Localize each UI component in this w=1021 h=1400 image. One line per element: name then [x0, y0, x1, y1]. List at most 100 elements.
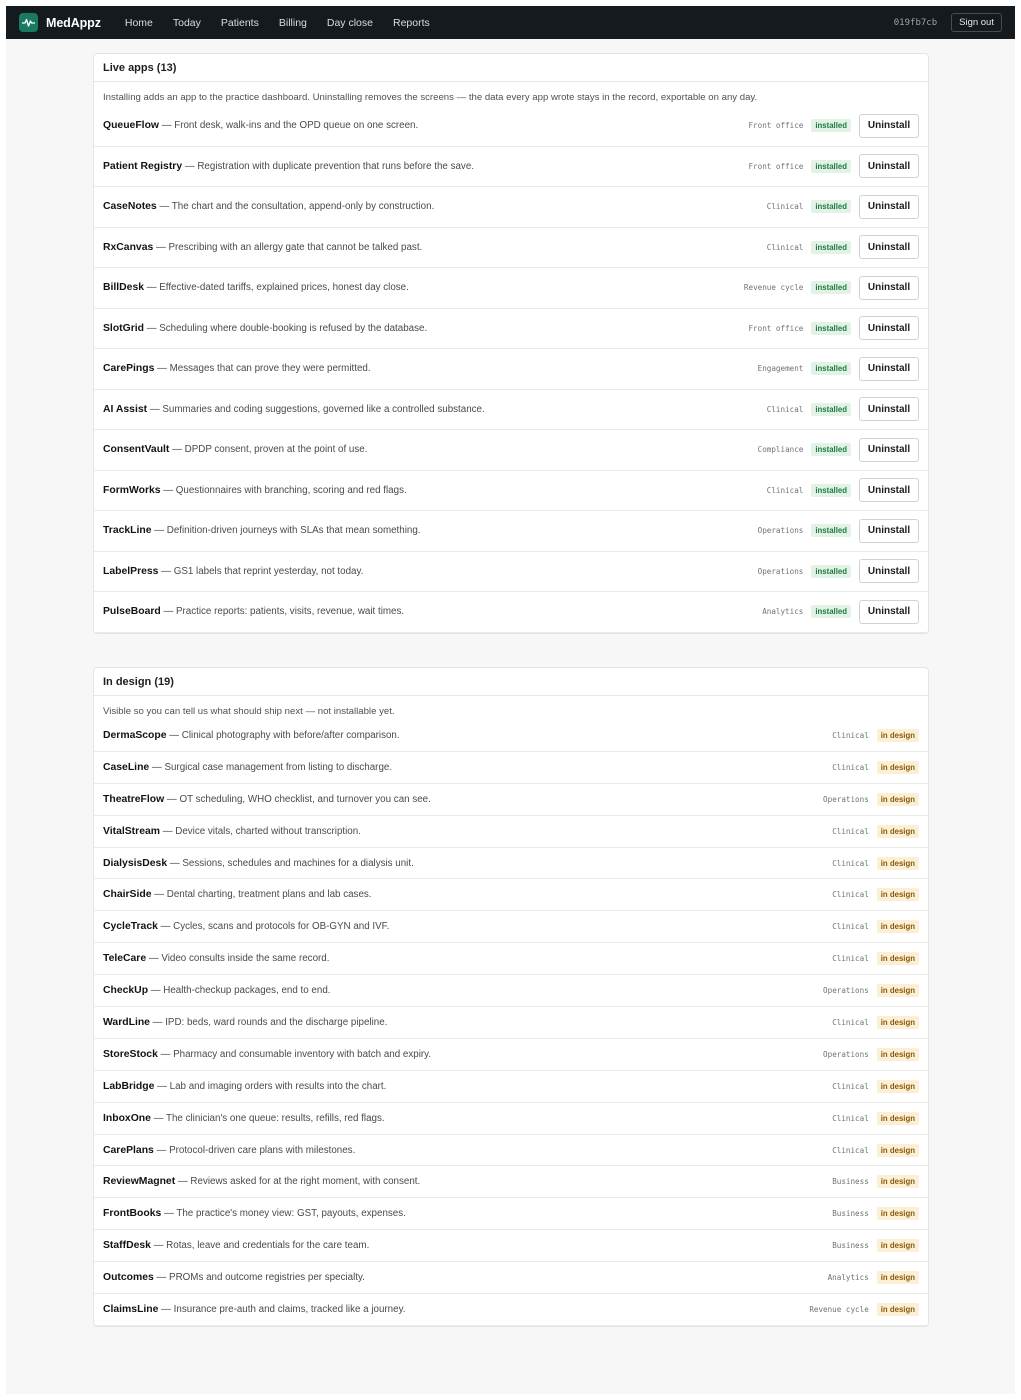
- app-row: PulseBoard — Practice reports: patients,…: [94, 592, 928, 633]
- app-row: TrackLine — Definition-driven journeys w…: [94, 511, 928, 552]
- design-app-description: — Dental charting, treatment plans and l…: [151, 889, 372, 901]
- app-name: FormWorks: [103, 484, 161, 496]
- design-app-name: LabBridge: [103, 1080, 155, 1092]
- in-design-badge: in design: [876, 952, 919, 966]
- uninstall-button[interactable]: Uninstall: [859, 235, 919, 260]
- in-design-badge: in design: [876, 1047, 919, 1061]
- design-row-text: CaseLine — Surgical case management from…: [103, 762, 832, 773]
- installed-badge: installed: [811, 321, 851, 335]
- category-label: Clinical: [766, 242, 804, 252]
- in-design-badge: in design: [876, 1079, 919, 1093]
- design-app-name: CarePlans: [103, 1144, 154, 1156]
- sign-out-button[interactable]: Sign out: [951, 13, 1002, 32]
- design-app-name: StoreStock: [103, 1048, 158, 1060]
- design-app-description: — Reviews asked for at the right moment,…: [175, 1176, 421, 1188]
- uninstall-button[interactable]: Uninstall: [859, 154, 919, 179]
- design-row-text: StaffDesk — Rotas, leave and credentials…: [103, 1240, 832, 1251]
- design-app-name: FrontBooks: [103, 1208, 162, 1220]
- app-description: — DPDP consent, proven at the point of u…: [169, 444, 368, 456]
- uninstall-button[interactable]: Uninstall: [859, 356, 919, 381]
- nav-patients[interactable]: Patients: [211, 17, 269, 29]
- design-row: FrontBooks — The practice's money view: …: [94, 1198, 928, 1231]
- in-design-list: DermaScope — Clinical photography with b…: [94, 720, 928, 1326]
- app-row-text: Patient Registry — Registration with dup…: [103, 161, 748, 172]
- live-apps-list: QueueFlow — Front desk, walk-ins and the…: [94, 106, 928, 633]
- design-app-description: — Pharmacy and consumable inventory with…: [157, 1048, 432, 1060]
- app-row-text: AI Assist — Summaries and coding suggest…: [103, 404, 767, 415]
- category-label: Operations: [757, 526, 804, 536]
- design-app-description: — Video consults inside the same record.: [146, 953, 330, 965]
- design-row-text: CycleTrack — Cycles, scans and protocols…: [103, 921, 832, 932]
- uninstall-button[interactable]: Uninstall: [859, 478, 919, 503]
- installed-badge: installed: [811, 443, 851, 457]
- category-label: Analytics: [762, 607, 804, 617]
- design-row: StoreStock — Pharmacy and consumable inv…: [94, 1039, 928, 1071]
- installed-badge: installed: [811, 402, 851, 416]
- category-label: Clinical: [832, 858, 869, 868]
- category-label: Compliance: [757, 445, 804, 455]
- app-row-text: CarePings — Messages that can prove they…: [103, 363, 758, 374]
- design-row: VitalStream — Device vitals, charted wit…: [94, 816, 928, 848]
- design-row: WardLine — IPD: beds, ward rounds and th…: [94, 1007, 928, 1039]
- in-design-title: In design (19): [94, 668, 928, 696]
- app-name: AI Assist: [103, 403, 148, 415]
- app-row: SlotGrid — Scheduling where double-booki…: [94, 309, 928, 349]
- design-app-description: — The clinician's one queue: results, re…: [150, 1112, 385, 1124]
- live-apps-panel: Live apps (13) Installing adds an app to…: [93, 53, 929, 634]
- nav-billing[interactable]: Billing: [269, 17, 317, 29]
- app-description: — Prescribing with an allergy gate that …: [153, 241, 423, 253]
- nav-today[interactable]: Today: [163, 17, 211, 29]
- uninstall-button[interactable]: Uninstall: [859, 113, 919, 138]
- uninstall-button[interactable]: Uninstall: [859, 559, 919, 584]
- uninstall-button[interactable]: Uninstall: [859, 397, 919, 422]
- category-label: Business: [832, 1177, 869, 1187]
- design-app-description: — Sessions, schedules and machines for a…: [167, 857, 414, 869]
- app-description: — Summaries and coding suggestions, gove…: [147, 403, 485, 415]
- app-description: — GS1 labels that reprint yesterday, not…: [158, 565, 364, 577]
- installed-badge: installed: [811, 281, 851, 295]
- design-app-name: ReviewMagnet: [103, 1176, 176, 1188]
- design-app-description: — Cycles, scans and protocols for OB-GYN…: [157, 921, 390, 933]
- in-design-badge: in design: [876, 1207, 919, 1221]
- uninstall-button[interactable]: Uninstall: [859, 275, 919, 300]
- design-app-description: — Rotas, leave and credentials for the c…: [150, 1240, 370, 1252]
- category-label: Analytics: [827, 1273, 869, 1283]
- in-design-badge: in design: [876, 856, 919, 870]
- design-app-description: — Insurance pre-auth and claims, tracked…: [158, 1303, 406, 1315]
- in-design-badge: in design: [876, 824, 919, 838]
- design-row: ChairSide — Dental charting, treatment p…: [94, 879, 928, 912]
- design-row: ClaimsLine — Insurance pre-auth and clai…: [94, 1294, 928, 1326]
- design-row: InboxOne — The clinician's one queue: re…: [94, 1103, 928, 1135]
- category-label: Operations: [823, 986, 869, 996]
- design-row: CaseLine — Surgical case management from…: [94, 752, 928, 784]
- design-row-text: TheatreFlow — OT scheduling, WHO checkli…: [103, 794, 823, 805]
- design-app-name: CheckUp: [103, 985, 149, 997]
- app-name: LabelPress: [103, 565, 159, 577]
- nav-day-close[interactable]: Day close: [317, 17, 383, 29]
- uninstall-button[interactable]: Uninstall: [859, 437, 919, 462]
- design-app-description: — IPD: beds, ward rounds and the dischar…: [149, 1016, 388, 1028]
- app-row-text: CaseNotes — The chart and the consultati…: [103, 201, 767, 212]
- design-app-description: — Device vitals, charted without transcr…: [160, 825, 361, 837]
- category-label: Operations: [823, 794, 869, 804]
- design-row-text: DermaScope — Clinical photography with b…: [103, 730, 832, 741]
- design-row: StaffDesk — Rotas, leave and credentials…: [94, 1230, 928, 1263]
- in-design-badge: in design: [876, 1239, 919, 1253]
- design-app-description: — OT scheduling, WHO checklist, and turn…: [164, 793, 431, 805]
- nav-home[interactable]: Home: [115, 17, 163, 29]
- design-row: CarePlans — Protocol-driven care plans w…: [94, 1135, 928, 1167]
- nav-reports[interactable]: Reports: [383, 17, 440, 29]
- in-design-badge: in design: [876, 1143, 919, 1157]
- app-name: Patient Registry: [103, 160, 183, 172]
- uninstall-button[interactable]: Uninstall: [859, 518, 919, 543]
- uninstall-button[interactable]: Uninstall: [859, 316, 919, 341]
- app-row-text: BillDesk — Effective-dated tariffs, expl…: [103, 282, 744, 293]
- design-row-text: InboxOne — The clinician's one queue: re…: [103, 1113, 832, 1124]
- uninstall-button[interactable]: Uninstall: [859, 194, 919, 219]
- uninstall-button[interactable]: Uninstall: [859, 599, 919, 624]
- category-label: Engagement: [757, 364, 804, 374]
- brand-logo[interactable]: MedAppz: [19, 13, 101, 32]
- design-row: DermaScope — Clinical photography with b…: [94, 720, 928, 752]
- design-row-text: LabBridge — Lab and imaging orders with …: [103, 1081, 832, 1092]
- design-app-name: DermaScope: [103, 729, 167, 741]
